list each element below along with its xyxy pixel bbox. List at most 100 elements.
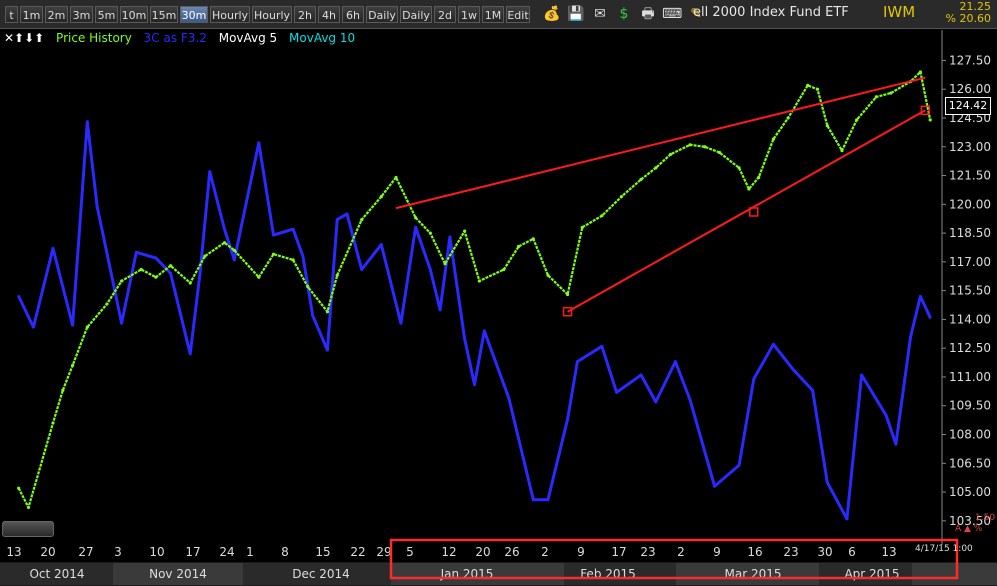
timeframe-button-16[interactable]: 1w — [458, 6, 480, 23]
x-tick-label: 1 — [246, 545, 254, 559]
save-icon[interactable]: 💾 — [567, 5, 585, 23]
series-price-point — [531, 237, 535, 241]
timeframe-button-8[interactable]: Hourly — [210, 6, 250, 23]
series-price-point — [17, 486, 21, 490]
y-tick-label: 118.50 — [949, 226, 991, 240]
timeframe-button-1[interactable]: 1m — [20, 6, 43, 23]
series-price-point — [619, 195, 624, 199]
timeframe-button-12[interactable]: 6h — [342, 6, 364, 23]
series-price-point — [61, 388, 65, 392]
timeframe-button-18[interactable]: Edit — [506, 6, 530, 23]
series-3c-point — [928, 316, 932, 319]
series-price-point — [360, 218, 364, 222]
series-price-point — [688, 143, 692, 147]
legend-price-history[interactable]: Price History — [56, 31, 132, 45]
series-3c-point — [639, 373, 643, 377]
series-3c-point — [399, 321, 403, 325]
series-3c-point — [360, 268, 364, 271]
y-tick-label: 105.00 — [949, 485, 991, 499]
series-3c-point — [825, 481, 829, 484]
x-tick-label: 10 — [149, 545, 164, 559]
legend-movavg5[interactable]: MovAvg 5 — [219, 31, 277, 45]
series-3c-point — [615, 390, 618, 394]
timeframe-button-13[interactable]: Daily — [366, 6, 398, 23]
x-tick-label: 9 — [577, 545, 585, 559]
timeframe-button-0[interactable]: t — [5, 6, 18, 23]
series-3c-point — [272, 233, 275, 237]
timeframe-button-2[interactable]: 2m — [45, 6, 68, 23]
series-3c-point — [546, 498, 550, 502]
series-3c-point — [507, 396, 511, 400]
print-icon[interactable]: 🖶 — [639, 5, 657, 23]
series-3c-point — [654, 400, 658, 404]
timeframe-button-7[interactable]: 30m — [180, 6, 208, 23]
money-bag-icon[interactable]: 💰 — [543, 5, 561, 23]
series-3c-point — [198, 271, 202, 275]
series-price-point — [443, 262, 447, 266]
timeframe-button-15[interactable]: 2d — [434, 6, 456, 23]
x-tick-label: 12 — [441, 545, 456, 559]
series-3c-point — [232, 258, 236, 262]
x-tick-label: 29 — [376, 545, 391, 559]
y-tick-label: 121.50 — [949, 169, 991, 183]
date-stamp: 4/17/15 1:00 — [915, 544, 973, 554]
series-3c-point — [713, 484, 716, 488]
series-price-point — [668, 152, 673, 157]
fund-name: ell 2000 Index Fund ETF — [693, 5, 849, 20]
y-tick-label: 123.00 — [949, 140, 991, 154]
series-price-point — [815, 87, 820, 91]
series-3c-point — [17, 294, 21, 298]
timeframe-button-11[interactable]: 4h — [318, 6, 340, 23]
toolbar: t 1m 2m 3m 5m 10m 15m 30m Hourly Hourly 2h 4h 6h Dail… — [0, 0, 997, 29]
scroll-handle[interactable] — [2, 521, 54, 537]
x-tick-label: 5 — [406, 545, 414, 559]
series-price-point — [565, 292, 570, 297]
series-price-point — [757, 175, 761, 180]
legend-movavg10[interactable]: MovAvg 10 — [289, 31, 355, 45]
timeframe-button-5[interactable]: 10m — [120, 6, 148, 23]
series-price-point — [600, 214, 604, 218]
timeframe-button-4[interactable]: 5m — [95, 6, 118, 23]
series-price-point — [546, 273, 550, 277]
series-price-point — [257, 275, 261, 279]
series-3c-point — [845, 517, 849, 521]
series-3c-point — [884, 413, 888, 417]
timeframe-button-6[interactable]: 15m — [150, 6, 178, 23]
y-tick-label: 117.00 — [949, 255, 991, 269]
series-3c-point — [575, 360, 579, 363]
timeframe-button-3[interactable]: 3m — [70, 6, 93, 23]
series-3c-point — [311, 314, 315, 317]
series-3c-point — [688, 398, 692, 402]
series-price-point — [806, 83, 810, 87]
series-3c-point — [531, 498, 535, 502]
timeframe-button-9[interactable]: Hourly — [252, 6, 292, 23]
timeframe-button-10[interactable]: 2h — [294, 6, 316, 23]
series-price-point — [139, 267, 143, 272]
series-price-point — [291, 258, 295, 262]
series-3c-point — [188, 352, 192, 356]
series-3c-point — [909, 335, 912, 339]
series-3c-point — [894, 442, 898, 446]
x-tick-label: 15 — [315, 545, 330, 559]
x-tick-label: 17 — [611, 545, 626, 559]
y-tick-label: 109.50 — [949, 399, 991, 413]
timeframe-button-14[interactable]: Daily — [400, 6, 432, 23]
series-price-point — [516, 244, 521, 249]
legend-arrows-icon[interactable]: ✕⬆⬇⬆ — [4, 31, 44, 45]
series-3c-point — [301, 254, 305, 258]
x-tick-label: 16 — [747, 545, 762, 559]
series-3c-point — [134, 250, 138, 254]
x-tick-label: 24 — [219, 545, 234, 559]
month-label: Dec 2014 — [292, 567, 350, 581]
month-label: Nov 2014 — [149, 567, 207, 581]
mail-icon[interactable]: ✉ — [591, 5, 609, 23]
series-price-point — [737, 166, 741, 170]
series-price-point — [855, 118, 859, 122]
month-band-cell — [912, 563, 997, 585]
legend-3c[interactable]: 3C as F3.2 — [144, 31, 207, 45]
keyboard-icon[interactable]: ⌨ — [662, 5, 682, 23]
timeframe-button-17[interactable]: 1M — [482, 6, 504, 23]
series-3c-point — [95, 204, 99, 208]
y-tick-label: 106.50 — [949, 456, 991, 470]
dollar-icon[interactable]: $ — [615, 5, 633, 23]
